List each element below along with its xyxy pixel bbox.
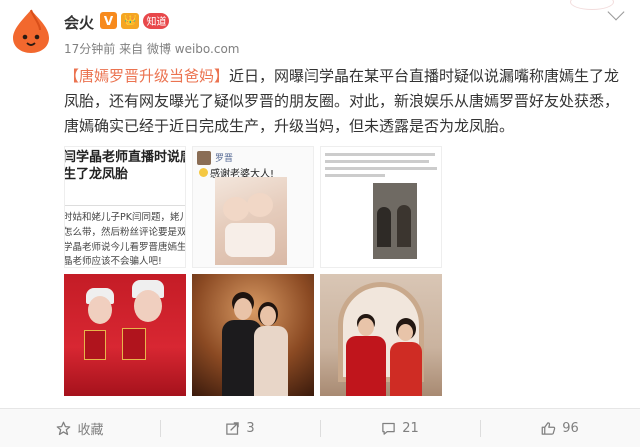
person-head [260,306,276,326]
person-head [398,324,413,341]
divider [65,205,185,206]
repost-icon [226,421,240,435]
poster-avatar [197,151,211,165]
post-meta: 17分钟前 来自 微博 weibo.com [64,40,240,57]
post-time[interactable]: 17分钟前 [64,40,115,57]
topic-link[interactable]: 【唐嫣罗晋升级当爸妈】 [64,67,229,85]
comment-button[interactable]: 21 [320,409,480,447]
certificate [122,328,146,360]
image-5-couple-photo[interactable] [192,274,314,396]
repost-count: 3 [246,420,255,436]
img1-line-2: 怎么带，然后粉丝评论要是双胞胎咋 [64,227,186,238]
image-4-couple-photo[interactable] [64,274,186,396]
favorite-button[interactable]: 收藏 [0,409,160,447]
image-6-wedding-photo[interactable] [320,274,442,396]
img1-line-3: 学晶老师说今儿看罗晋唐嫣生了龙凤 [64,242,186,253]
certificate [84,330,106,360]
comment-count: 21 [402,420,419,436]
poster-name: 罗晋 [215,154,234,164]
from-prefix: 来自 [119,42,144,56]
person-head [234,298,252,320]
wedding-robe [346,336,386,396]
person-head [88,296,112,324]
crown-icon: 👑 [124,15,137,26]
embedded-photo [373,183,417,259]
user-badges: V 👑 知道 [100,12,170,29]
fire-mascot-icon [13,9,49,53]
verified-badge[interactable]: V [100,12,117,29]
image-1-article-screenshot[interactable]: 闫学晶老师直播时说唐 生了龙凤胎 时姑和姥儿子PK闫同题，姥儿姥妇问 怎么带，然… [64,146,186,268]
post-text: 【唐嫣罗晋升级当爸妈】近日，网曝闫学晶在某平台直播时疑似说漏嘴称唐嫣生了龙凤胎，… [64,64,624,139]
text-line [325,167,437,170]
img1-headline-2: 生了龙凤胎 [64,167,129,182]
image-2-moments-post[interactable]: 罗晋 感谢老婆大人! [192,146,314,268]
img1-headline-1: 闫学晶老师直播时说唐 [64,150,186,165]
like-button[interactable]: 96 [480,409,640,447]
decorative-stamp [570,0,614,10]
smile-emoji-icon [199,168,208,177]
like-count: 96 [562,420,579,436]
wedding-robe [390,342,422,396]
post-source[interactable]: 微博 weibo.com [147,40,240,57]
person-head [358,318,374,336]
comment-icon [382,422,395,435]
username[interactable]: 会火 [64,12,94,33]
blanket [225,223,275,257]
img1-line-4: 晶老师应该不会骗人吧! [64,256,162,267]
avatar[interactable] [10,8,52,54]
repost-button[interactable]: 3 [160,409,320,447]
level-badge[interactable]: 👑 [121,12,140,29]
action-bar: 收藏 3 21 96 [0,408,640,447]
text-line [325,174,385,177]
text-line [325,160,429,163]
member-badge[interactable]: 知道 [143,12,170,29]
baby-photo [215,177,287,265]
person-figure [377,207,391,247]
star-icon [57,421,71,435]
dress [254,326,288,396]
person-head [134,290,162,322]
favorite-label: 收藏 [77,422,104,438]
text-line [325,153,435,156]
image-3-phone-screenshot[interactable] [320,146,442,268]
person-figure [397,205,411,247]
thumbs-up-icon [541,421,556,435]
baby-head [247,193,273,217]
img1-line-1: 时姑和姥儿子PK闫同题，姥儿姥妇问 [64,212,185,223]
baby-head [223,197,249,221]
